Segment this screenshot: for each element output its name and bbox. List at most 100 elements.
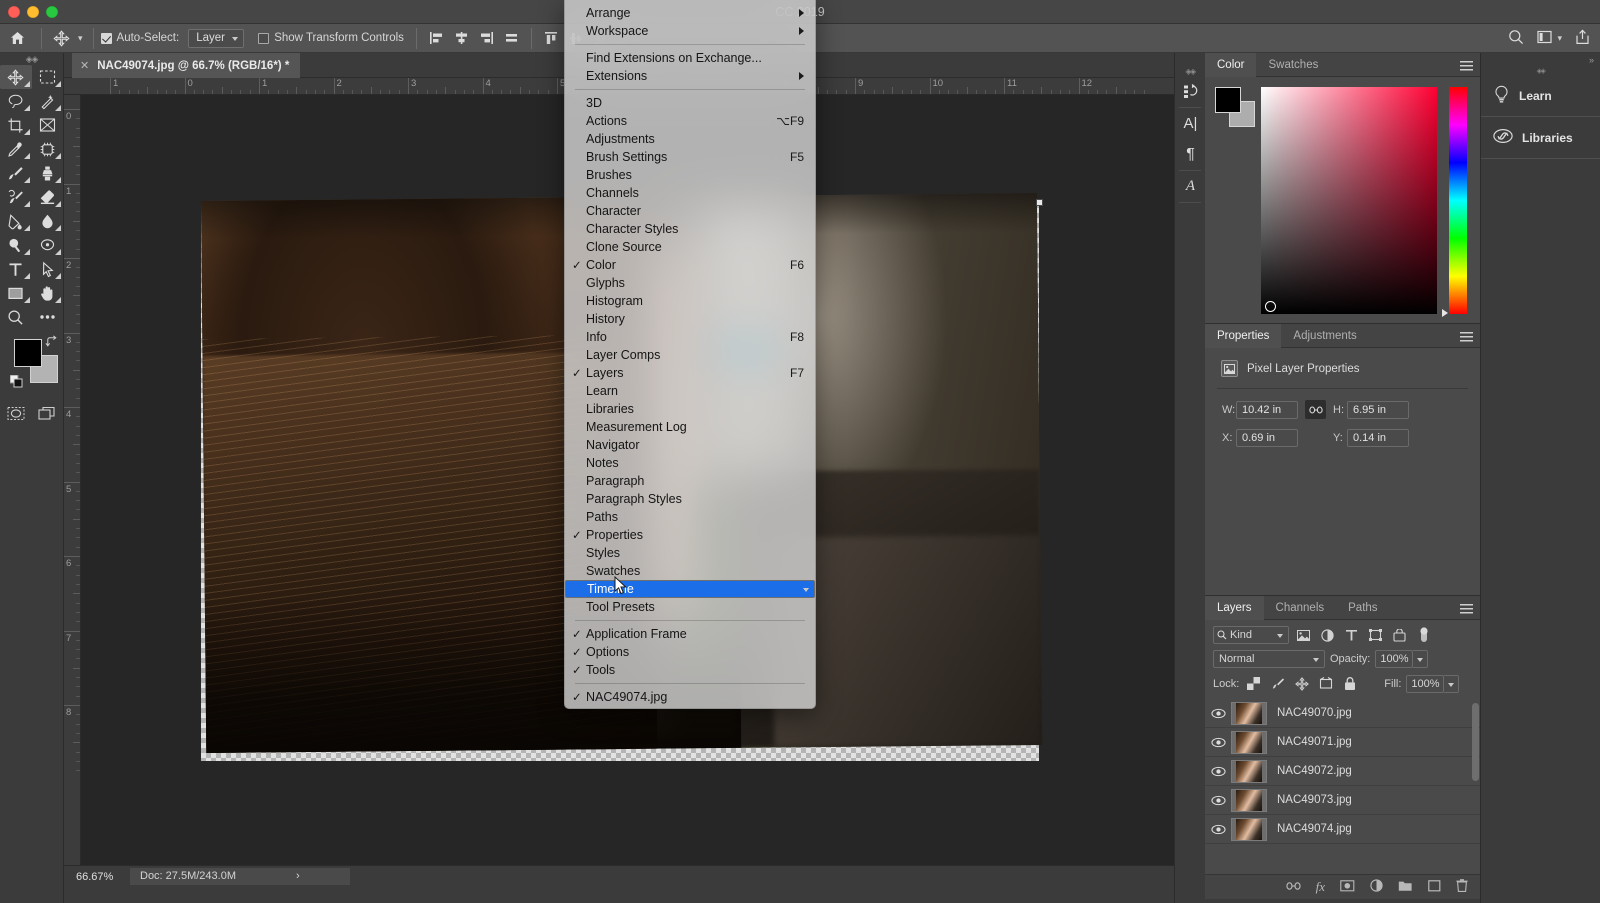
search-icon[interactable] [1508,29,1524,48]
panel-menu-icon[interactable] [1460,603,1473,617]
tab-color[interactable]: Color [1205,53,1257,77]
tab-paths[interactable]: Paths [1336,596,1389,620]
blend-mode-dropdown[interactable]: Normal [1213,649,1325,668]
swap-colors-icon[interactable] [45,335,58,351]
width-field[interactable]: 10.42 in [1236,400,1298,419]
menu-item-timeline[interactable]: Timeline [565,580,815,598]
lock-all-icon[interactable] [1340,675,1359,693]
layer-style-icon[interactable]: fx [1316,879,1325,895]
clone-stamp-tool[interactable] [32,161,64,185]
current-tool-button[interactable]: ▾ [49,24,86,53]
menu-item-measurement-log[interactable]: Measurement Log [565,418,815,436]
window-menu[interactable]: Arrange Workspace Find Extensions on Excha… [564,0,816,709]
default-colors-icon[interactable] [9,374,24,392]
history-brush-tool[interactable] [0,185,32,209]
color-panel-body[interactable] [1205,77,1480,323]
menu-item-brushes[interactable]: Brushes [565,166,815,184]
menu-item-character[interactable]: Character [565,202,815,220]
rail-grip[interactable]: ◈◈ [1175,66,1205,76]
vertical-ruler[interactable]: 0 1 2 3 4 5 6 7 8 [64,95,81,865]
rectangle-tool[interactable] [0,281,32,305]
share-icon[interactable] [1575,29,1590,48]
new-group-icon[interactable] [1398,880,1413,895]
panel-foreground-color[interactable] [1215,87,1241,113]
crop-tool[interactable] [0,113,32,137]
menu-item-find-extensions-on-exchange[interactable]: Find Extensions on Exchange... [565,49,815,67]
x-field[interactable]: 0.69 in [1236,429,1298,447]
layer-name[interactable]: NAC49072.jpg [1277,765,1352,777]
menu-item-glyphs[interactable]: Glyphs [565,274,815,292]
menu-item-info[interactable]: Info F8 [565,328,815,346]
chevron-down-icon[interactable]: ▾ [78,33,83,44]
menu-item-arrange[interactable]: Arrange [565,4,815,22]
menu-item-properties[interactable]: ✓ Properties [565,526,815,544]
chevron-down-icon[interactable]: ▾ [1557,33,1562,44]
align-right-edges-icon[interactable] [474,27,499,50]
home-icon[interactable] [0,31,34,45]
layer-thumbnail[interactable] [1231,730,1267,754]
layer-thumbnail[interactable] [1231,701,1267,725]
close-icon[interactable]: ✕ [80,59,89,72]
lock-transparency-icon[interactable] [1244,675,1263,693]
layer-name[interactable]: NAC49070.jpg [1277,707,1352,719]
lock-position-icon[interactable] [1292,675,1311,693]
menu-item-brush-settings[interactable]: Brush Settings F5 [565,148,815,166]
menu-item-3d[interactable]: 3D [565,94,815,112]
layer-name[interactable]: NAC49074.jpg [1277,823,1352,835]
color-picker-marker[interactable] [1265,301,1276,312]
height-field[interactable]: 6.95 in [1347,400,1409,419]
menu-item-layer-comps[interactable]: Layer Comps [565,346,815,364]
spot-healing-tool[interactable] [32,137,64,161]
rectangular-marquee-tool[interactable] [32,65,64,89]
auto-select-scope-dropdown[interactable]: Layer [188,28,245,48]
toolbar-grip[interactable]: ◈◈ [0,53,63,65]
character-panel-icon[interactable]: A| [1175,108,1206,139]
align-top-edges-icon[interactable] [539,27,564,50]
layer-name[interactable]: NAC49073.jpg [1277,794,1352,806]
menu-item-clone-source[interactable]: Clone Source [565,238,815,256]
path-selection-tool[interactable] [32,257,64,281]
fill-stepper[interactable] [1444,674,1460,693]
chevron-right-icon[interactable]: › [296,868,300,885]
menu-item-color[interactable]: ✓ Color F6 [565,256,815,274]
menu-item-styles[interactable]: Styles [565,544,815,562]
zoom-level-field[interactable]: 66.67% [64,866,130,888]
quick-mask-icon[interactable] [0,401,32,425]
fill-field[interactable]: 100% [1406,674,1445,693]
move-tool[interactable] [0,65,32,89]
layer-visibility-icon[interactable] [1205,766,1231,777]
opacity-stepper[interactable] [1413,649,1429,668]
workspace-icon[interactable] [1537,30,1553,47]
layer-mask-icon[interactable] [1340,879,1355,895]
menu-item-character-styles[interactable]: Character Styles [565,220,815,238]
adjustment-layer-icon[interactable] [1370,879,1383,895]
document-tab[interactable]: ✕ NAC49074.jpg @ 66.7% (RGB/16*) * [72,53,301,78]
auto-select-checkmark[interactable] [100,32,112,44]
menu-item-notes[interactable]: Notes [565,454,815,472]
menu-item-adjustments[interactable]: Adjustments [565,130,815,148]
layer-thumbnail[interactable] [1231,788,1267,812]
document-info[interactable]: Doc: 27.5M/243.0M › [130,868,350,885]
lock-artboard-icon[interactable] [1316,675,1335,693]
menu-item-libraries[interactable]: Libraries [565,400,815,418]
menu-item-channels[interactable]: Channels [565,184,815,202]
tab-properties[interactable]: Properties [1205,324,1282,348]
table-row[interactable]: NAC49073.jpg [1205,786,1480,815]
layer-filter-dropdown[interactable]: Kind [1213,626,1289,644]
align-horizontal-centers-icon[interactable] [449,27,474,50]
filter-pixel-icon[interactable] [1294,626,1313,644]
layer-thumbnail[interactable] [1231,759,1267,783]
new-layer-icon[interactable] [1428,879,1441,895]
gradient-tool[interactable] [0,209,32,233]
paragraph-panel-icon[interactable]: ¶ [1175,139,1206,170]
sidebar-item-learn[interactable]: Learn [1481,75,1600,117]
panel-grip[interactable]: ◈◈ [1481,66,1600,75]
menu-item-swatches[interactable]: Swatches [565,562,815,580]
filter-smart-icon[interactable] [1390,626,1409,644]
align-left-edges-icon[interactable] [424,27,449,50]
panel-menu-icon[interactable] [1460,331,1473,345]
screen-mode-icon[interactable] [32,401,64,425]
filter-shape-icon[interactable] [1366,626,1385,644]
tab-channels[interactable]: Channels [1264,596,1337,620]
menu-item-tool-presets[interactable]: Tool Presets [565,598,815,616]
